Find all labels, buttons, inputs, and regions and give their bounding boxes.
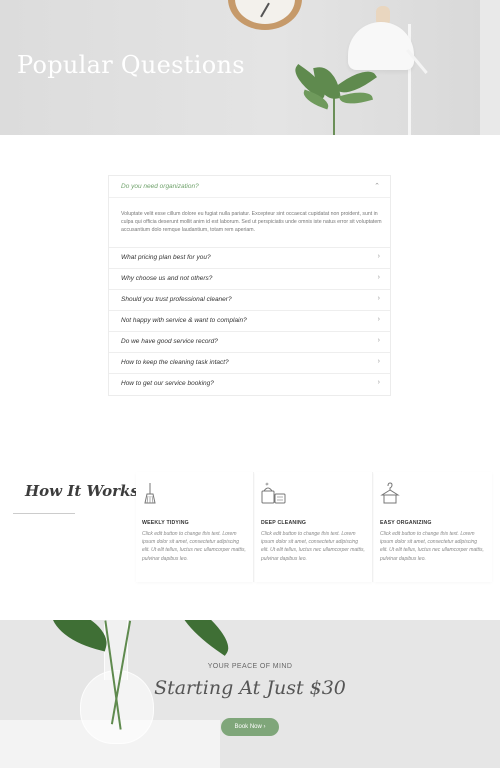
chevron-up-icon[interactable]: ⌃ bbox=[374, 182, 380, 190]
chevron-right-icon[interactable]: › bbox=[378, 379, 380, 386]
chevron-right-icon[interactable]: › bbox=[378, 316, 380, 323]
card-title: DEEP CLEANING bbox=[261, 520, 307, 526]
faq-item[interactable]: How to get our service booking? › bbox=[109, 374, 390, 395]
faq-question[interactable]: How to get our service booking? bbox=[121, 380, 214, 387]
chevron-right-icon[interactable]: › bbox=[378, 295, 380, 302]
title-underline bbox=[13, 513, 75, 514]
faq-item[interactable]: How to keep the cleaning task intact? › bbox=[109, 353, 390, 374]
faq-item[interactable]: What pricing plan best for you? › bbox=[109, 248, 390, 269]
faq-question[interactable]: Not happy with service & want to complai… bbox=[121, 317, 247, 324]
book-now-button[interactable]: Book Now › bbox=[221, 718, 279, 736]
faq-question[interactable]: Do we have good service record? bbox=[121, 338, 218, 345]
plant-leaf bbox=[44, 620, 114, 652]
page-title: Popular Questions bbox=[17, 51, 245, 79]
broom-icon bbox=[144, 483, 156, 504]
service-card: EASY ORGANIZING Click edit button to cha… bbox=[374, 472, 492, 582]
chevron-right-icon[interactable]: › bbox=[378, 358, 380, 365]
card-text: Click edit button to change this text. L… bbox=[142, 531, 246, 562]
faq-accordion: Do you need organization? ⌃ Voluptate ve… bbox=[108, 175, 391, 396]
plant-leaf bbox=[167, 620, 239, 656]
card-title: WEEKLY TIDYING bbox=[142, 520, 189, 526]
banner-kicker: YOUR PEACE OF MIND bbox=[207, 663, 293, 670]
faq-question[interactable]: What pricing plan best for you? bbox=[121, 254, 211, 261]
faq-item[interactable]: Not happy with service & want to complai… bbox=[109, 311, 390, 332]
cleaning-supplies-icon bbox=[261, 482, 286, 504]
price-heading: Starting At Just $30 bbox=[154, 677, 346, 699]
faq-divider bbox=[109, 197, 390, 198]
card-text: Click edit button to change this text. L… bbox=[380, 531, 484, 562]
hanger-icon bbox=[380, 482, 400, 504]
chevron-right-icon[interactable]: › bbox=[378, 253, 380, 260]
chevron-right-icon[interactable]: › bbox=[378, 337, 380, 344]
lamp-image bbox=[348, 22, 414, 70]
service-card: WEEKLY TIDYING Click edit button to chan… bbox=[136, 472, 254, 582]
chevron-right-icon[interactable]: › bbox=[378, 274, 380, 281]
faq-question[interactable]: Should you trust professional cleaner? bbox=[121, 296, 232, 303]
plant-stem bbox=[333, 98, 335, 135]
faq-question[interactable]: How to keep the cleaning task intact? bbox=[121, 359, 229, 366]
faq-item-open[interactable]: Do you need organization? ⌃ Voluptate ve… bbox=[109, 176, 390, 248]
faq-question[interactable]: Why choose us and not others? bbox=[121, 275, 212, 282]
faq-question[interactable]: Do you need organization? bbox=[121, 183, 199, 190]
faq-item[interactable]: Do we have good service record? › bbox=[109, 332, 390, 353]
faq-item[interactable]: Should you trust professional cleaner? › bbox=[109, 290, 390, 311]
card-text: Click edit button to change this text. L… bbox=[261, 531, 365, 562]
price-banner: YOUR PEACE OF MIND Starting At Just $30 … bbox=[0, 620, 500, 768]
card-title: EASY ORGANIZING bbox=[380, 520, 432, 526]
hero-section: Popular Questions bbox=[0, 0, 500, 135]
how-it-works-title: How It Works bbox=[25, 482, 139, 500]
faq-item[interactable]: Why choose us and not others? › bbox=[109, 269, 390, 290]
service-card: DEEP CLEANING Click edit button to chang… bbox=[255, 472, 373, 582]
footer-strip bbox=[0, 768, 500, 782]
faq-answer: Voluptate velit esse cillum dolore eu fu… bbox=[121, 211, 382, 234]
wall-edge bbox=[480, 0, 500, 135]
